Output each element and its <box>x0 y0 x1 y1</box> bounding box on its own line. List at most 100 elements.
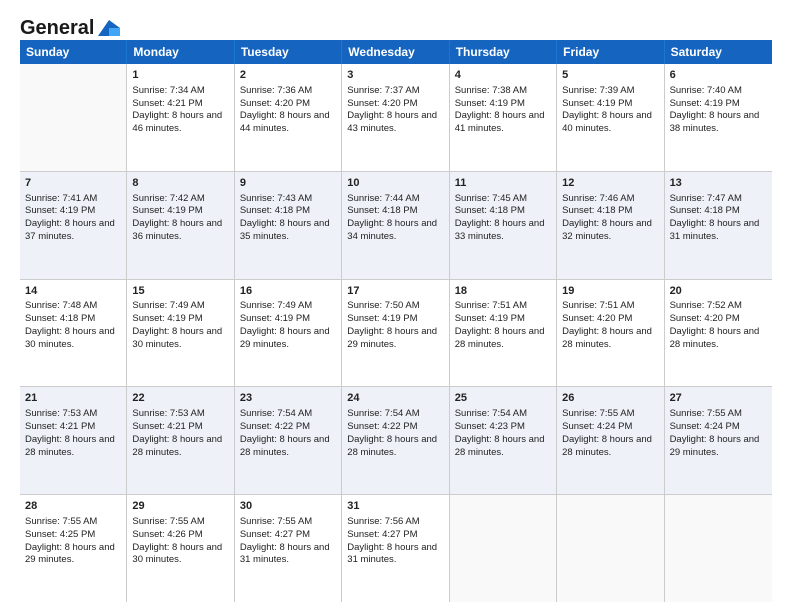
sunset-text: Sunset: 4:18 PM <box>25 313 121 326</box>
day-number: 29 <box>132 499 228 514</box>
sunset-text: Sunset: 4:21 PM <box>132 421 228 434</box>
day-cell-9: 9Sunrise: 7:43 AMSunset: 4:18 PMDaylight… <box>235 172 342 279</box>
daylight-text: Daylight: 8 hours and 41 minutes. <box>455 110 551 136</box>
empty-cell-4-5 <box>557 495 664 602</box>
sunrise-text: Sunrise: 7:55 AM <box>132 516 228 529</box>
logo-icon <box>96 18 122 38</box>
day-number: 28 <box>25 499 121 514</box>
sunrise-text: Sunrise: 7:53 AM <box>25 408 121 421</box>
sunset-text: Sunset: 4:19 PM <box>670 98 767 111</box>
day-number: 9 <box>240 176 336 191</box>
day-cell-27: 27 Sunrise: 7:55 AMSunset: 4:24 PMDayligh… <box>665 387 772 494</box>
day-number: 24 <box>347 391 443 406</box>
day-cell-1: 1Sunrise: 7:34 AMSunset: 4:21 PMDaylight… <box>127 64 234 171</box>
day-header-saturday: Saturday <box>665 40 772 64</box>
day-number: 25 <box>455 391 551 406</box>
day-cell-11: 11Sunrise: 7:45 AMSunset: 4:18 PMDayligh… <box>450 172 557 279</box>
day-cell-7: 7Sunrise: 7:41 AMSunset: 4:19 PMDaylight… <box>20 172 127 279</box>
day-number: 8 <box>132 176 228 191</box>
sunset-text: Sunset: 4:24 PM <box>670 421 767 434</box>
day-header-wednesday: Wednesday <box>342 40 449 64</box>
sunset-text: Sunset: 4:27 PM <box>347 529 443 542</box>
sunset-text: Sunset: 4:21 PM <box>25 421 121 434</box>
daylight-text: Daylight: 8 hours and 43 minutes. <box>347 110 443 136</box>
day-number: 16 <box>240 284 336 299</box>
day-cell-5: 5Sunrise: 7:39 AMSunset: 4:19 PMDaylight… <box>557 64 664 171</box>
day-cell-19: 19Sunrise: 7:51 AMSunset: 4:20 PMDayligh… <box>557 280 664 387</box>
day-number: 15 <box>132 284 228 299</box>
sunrise-text: Sunrise: 7:54 AM <box>347 408 443 421</box>
sunrise-text: Sunrise: 7:40 AM <box>670 85 767 98</box>
day-number: 14 <box>25 284 121 299</box>
daylight-text: Daylight: 8 hours and 29 minutes. <box>25 542 121 568</box>
sunset-text: Sunset: 4:22 PM <box>240 421 336 434</box>
day-cell-24: 24 Sunrise: 7:54 AMSunset: 4:22 PMDayligh… <box>342 387 449 494</box>
day-cell-6: 6Sunrise: 7:40 AMSunset: 4:19 PMDaylight… <box>665 64 772 171</box>
daylight-text: Daylight: 8 hours and 28 minutes. <box>347 434 443 460</box>
sunset-text: Sunset: 4:20 PM <box>562 313 658 326</box>
daylight-text: Daylight: 8 hours and 28 minutes. <box>562 434 658 460</box>
day-number: 31 <box>347 499 443 514</box>
day-cell-29: 29Sunrise: 7:55 AMSunset: 4:26 PMDayligh… <box>127 495 234 602</box>
day-cell-14: 14Sunrise: 7:48 AMSunset: 4:18 PMDayligh… <box>20 280 127 387</box>
sunrise-text: Sunrise: 7:50 AM <box>347 300 443 313</box>
day-cell-30: 30Sunrise: 7:55 AMSunset: 4:27 PMDayligh… <box>235 495 342 602</box>
daylight-text: Daylight: 8 hours and 29 minutes. <box>670 434 767 460</box>
sunset-text: Sunset: 4:19 PM <box>132 313 228 326</box>
day-cell-3: 3Sunrise: 7:37 AMSunset: 4:20 PMDaylight… <box>342 64 449 171</box>
day-number: 7 <box>25 176 121 191</box>
sunrise-text: Sunrise: 7:51 AM <box>455 300 551 313</box>
daylight-text: Daylight: 8 hours and 28 minutes. <box>455 434 551 460</box>
sunset-text: Sunset: 4:24 PM <box>562 421 658 434</box>
logo: General <box>20 18 122 34</box>
day-number: 10 <box>347 176 443 191</box>
calendar-row-2: 14Sunrise: 7:48 AMSunset: 4:18 PMDayligh… <box>20 280 772 388</box>
daylight-text: Daylight: 8 hours and 30 minutes. <box>132 326 228 352</box>
day-header-sunday: Sunday <box>20 40 127 64</box>
calendar-header: SundayMondayTuesdayWednesdayThursdayFrid… <box>20 40 772 64</box>
empty-cell-4-6 <box>665 495 772 602</box>
header: General <box>20 18 772 34</box>
day-number: 27 <box>670 391 767 406</box>
day-number: 2 <box>240 68 336 83</box>
page: General SundayMondayTuesdayWednesdayThur… <box>0 0 792 612</box>
day-number: 17 <box>347 284 443 299</box>
sunrise-text: Sunrise: 7:42 AM <box>132 193 228 206</box>
sunset-text: Sunset: 4:27 PM <box>240 529 336 542</box>
day-number: 18 <box>455 284 551 299</box>
day-header-thursday: Thursday <box>450 40 557 64</box>
day-cell-4: 4Sunrise: 7:38 AMSunset: 4:19 PMDaylight… <box>450 64 557 171</box>
sunrise-text: Sunrise: 7:55 AM <box>562 408 658 421</box>
day-cell-8: 8Sunrise: 7:42 AMSunset: 4:19 PMDaylight… <box>127 172 234 279</box>
day-cell-31: 31Sunrise: 7:56 AMSunset: 4:27 PMDayligh… <box>342 495 449 602</box>
sunrise-text: Sunrise: 7:36 AM <box>240 85 336 98</box>
sunset-text: Sunset: 4:19 PM <box>455 98 551 111</box>
day-cell-16: 16Sunrise: 7:49 AMSunset: 4:19 PMDayligh… <box>235 280 342 387</box>
sunset-text: Sunset: 4:19 PM <box>132 205 228 218</box>
day-header-tuesday: Tuesday <box>235 40 342 64</box>
sunset-text: Sunset: 4:22 PM <box>347 421 443 434</box>
day-number: 23 <box>240 391 336 406</box>
sunrise-text: Sunrise: 7:55 AM <box>670 408 767 421</box>
calendar-row-0: 1Sunrise: 7:34 AMSunset: 4:21 PMDaylight… <box>20 64 772 172</box>
daylight-text: Daylight: 8 hours and 46 minutes. <box>132 110 228 136</box>
daylight-text: Daylight: 8 hours and 28 minutes. <box>562 326 658 352</box>
day-cell-18: 18Sunrise: 7:51 AMSunset: 4:19 PMDayligh… <box>450 280 557 387</box>
sunset-text: Sunset: 4:26 PM <box>132 529 228 542</box>
sunrise-text: Sunrise: 7:47 AM <box>670 193 767 206</box>
daylight-text: Daylight: 8 hours and 33 minutes. <box>455 218 551 244</box>
sunset-text: Sunset: 4:19 PM <box>562 98 658 111</box>
sunrise-text: Sunrise: 7:38 AM <box>455 85 551 98</box>
day-header-friday: Friday <box>557 40 664 64</box>
day-cell-25: 25Sunrise: 7:54 AMSunset: 4:23 PMDayligh… <box>450 387 557 494</box>
sunset-text: Sunset: 4:18 PM <box>562 205 658 218</box>
day-cell-20: 20Sunrise: 7:52 AMSunset: 4:20 PMDayligh… <box>665 280 772 387</box>
daylight-text: Daylight: 8 hours and 28 minutes. <box>670 326 767 352</box>
empty-cell-4-4 <box>450 495 557 602</box>
daylight-text: Daylight: 8 hours and 31 minutes. <box>347 542 443 568</box>
day-number: 6 <box>670 68 767 83</box>
daylight-text: Daylight: 8 hours and 28 minutes. <box>455 326 551 352</box>
daylight-text: Daylight: 8 hours and 44 minutes. <box>240 110 336 136</box>
day-number: 30 <box>240 499 336 514</box>
sunset-text: Sunset: 4:19 PM <box>25 205 121 218</box>
